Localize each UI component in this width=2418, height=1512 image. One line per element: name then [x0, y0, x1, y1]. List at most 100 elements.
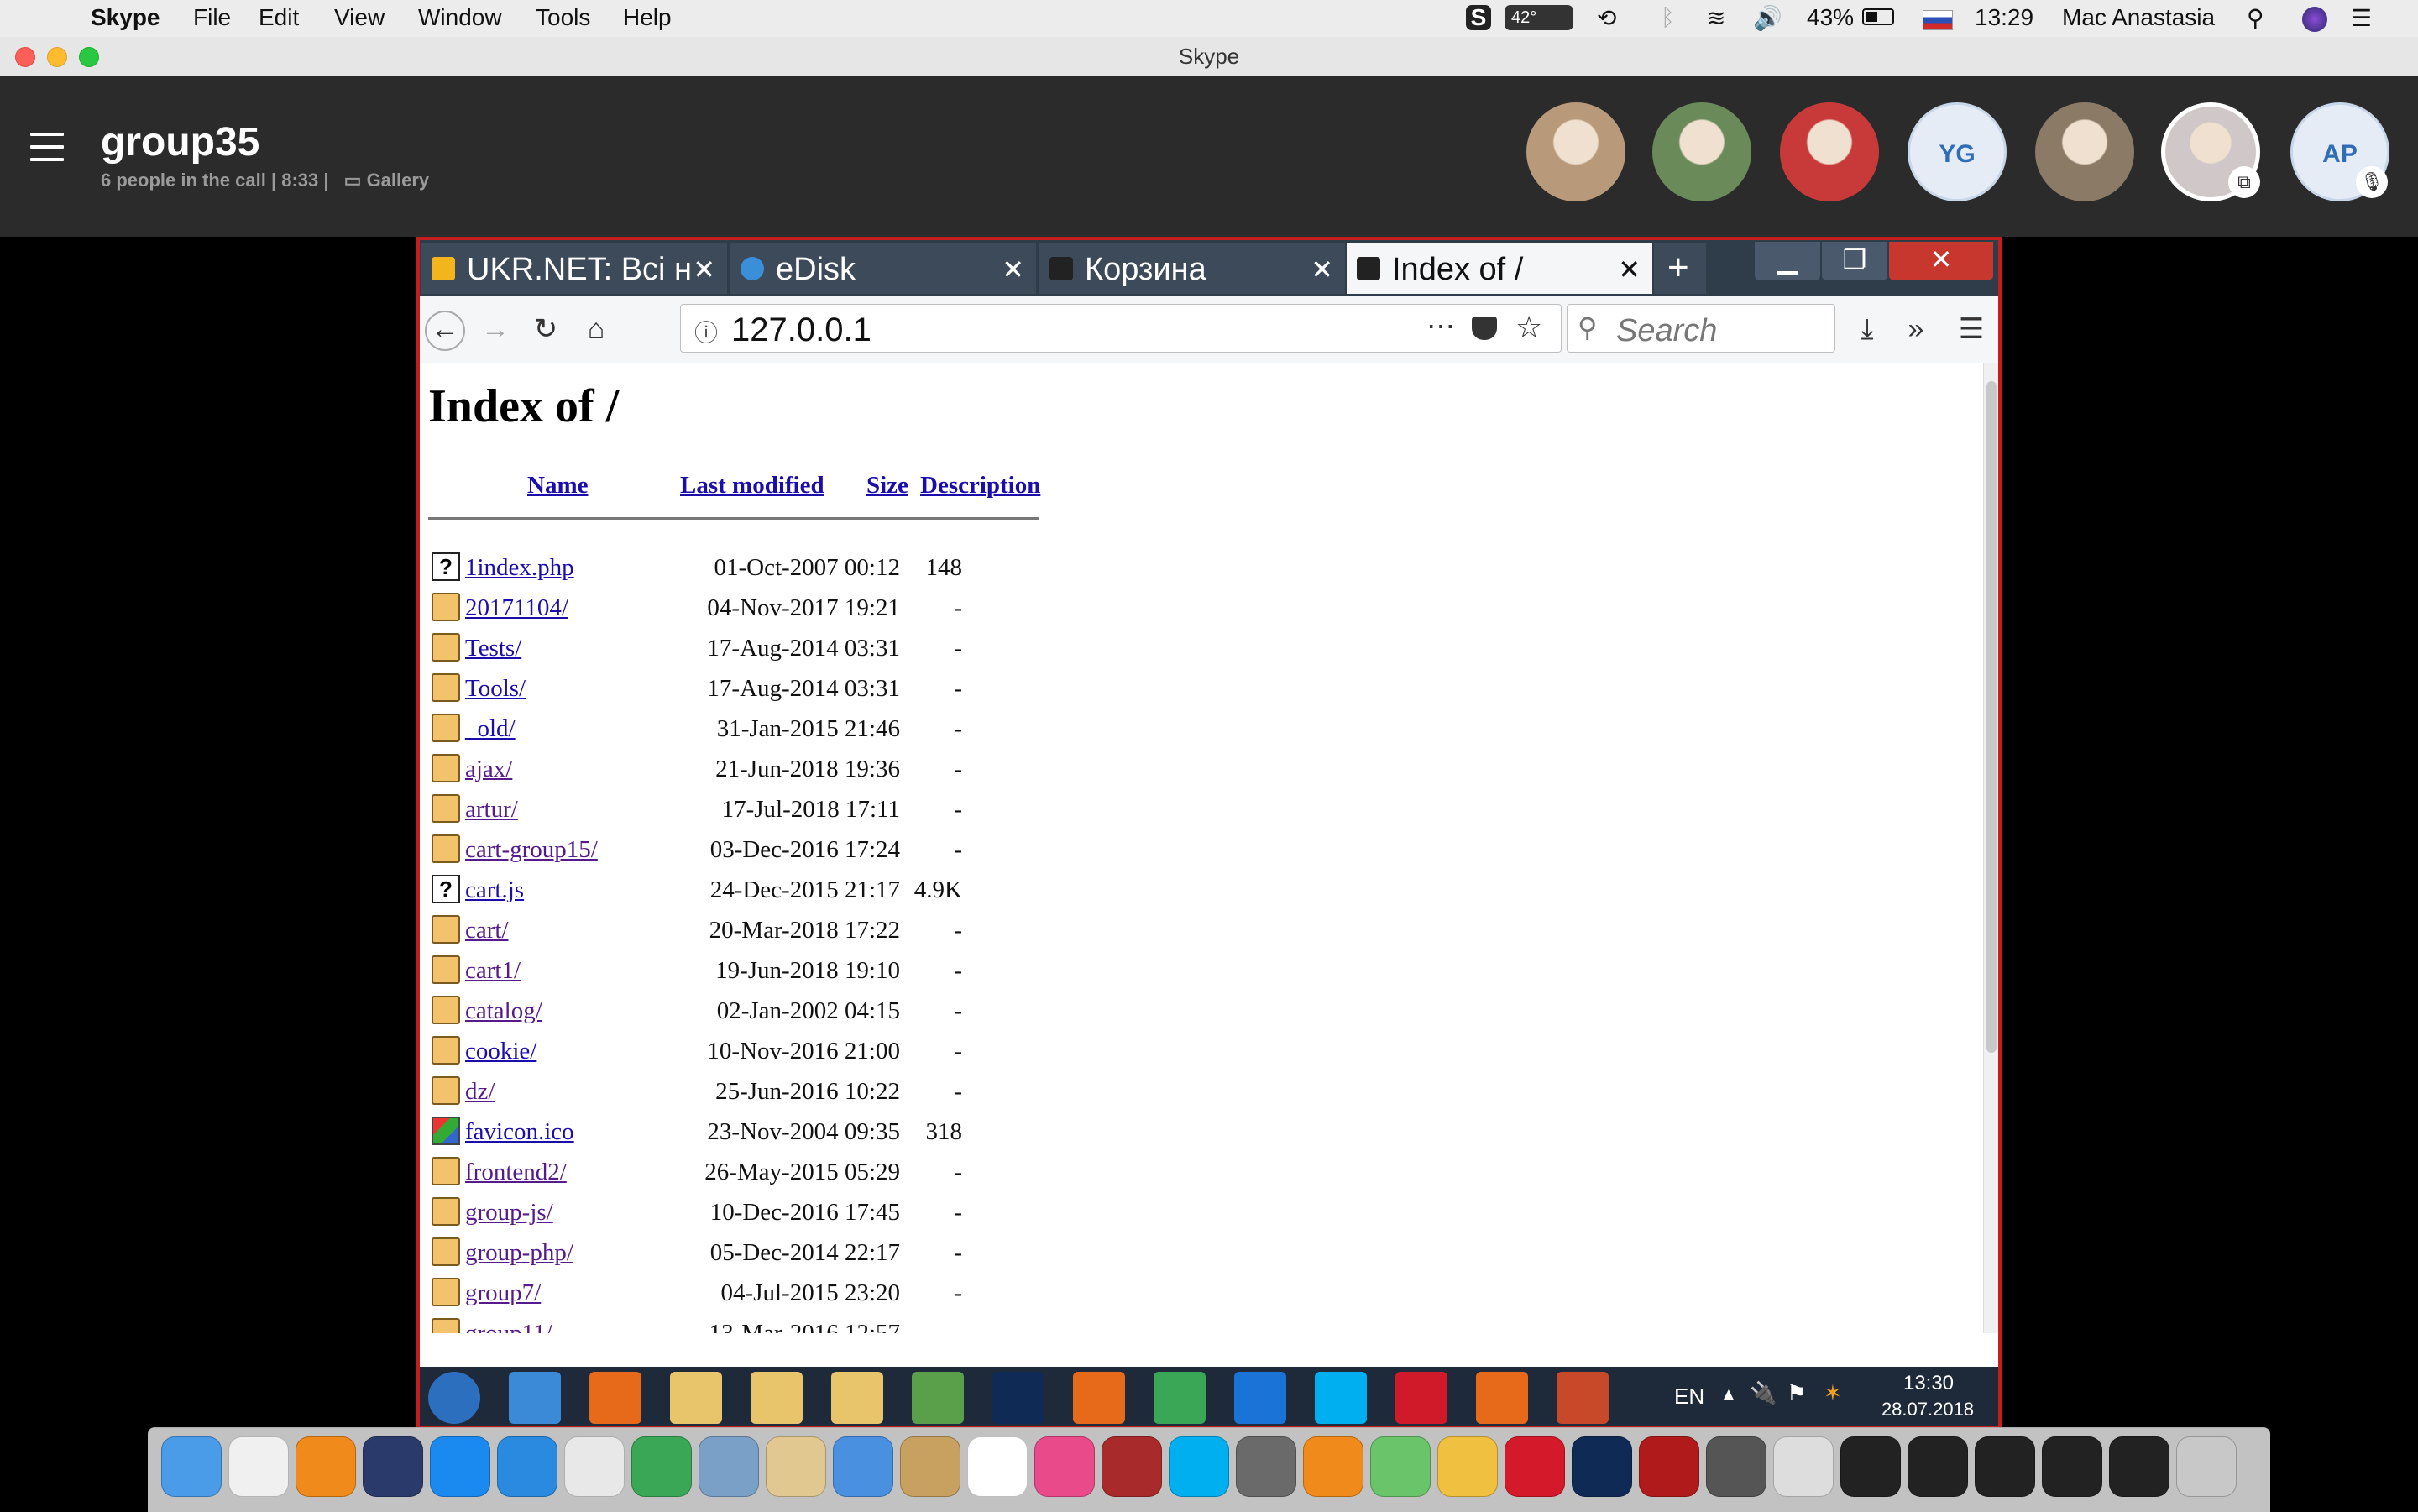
forward-icon[interactable]: →	[477, 311, 514, 348]
file-link[interactable]: group-js/	[465, 1199, 553, 1227]
menu-view[interactable]: View	[334, 4, 385, 31]
bookmark-star-icon[interactable]: ☆	[1515, 310, 1542, 345]
close-tab-icon[interactable]: ✕	[693, 254, 715, 285]
url-text[interactable]: 127.0.0.1	[731, 311, 871, 349]
scrollbar-thumb[interactable]	[1986, 381, 1997, 1053]
folder-icon[interactable]	[831, 1372, 883, 1424]
taskbar-clock-time[interactable]: 13:30	[1882, 1372, 1975, 1395]
file-link[interactable]: group11/	[465, 1320, 552, 1333]
time-machine-icon[interactable]: ⟲	[1597, 4, 1616, 32]
network-icon[interactable]: ⚑	[1787, 1380, 1806, 1406]
taskbar-clock-date[interactable]: 28.07.2018	[1877, 1399, 1978, 1420]
file-link[interactable]: _old/	[465, 715, 516, 743]
notification-center-icon[interactable]: ☰	[2351, 4, 2372, 32]
system-preferences-icon[interactable]	[1236, 1436, 1296, 1497]
battery-icon[interactable]	[1862, 8, 1894, 25]
file-link[interactable]: cart1/	[465, 957, 521, 985]
file-link[interactable]: artur/	[465, 796, 518, 824]
url-bar[interactable]: ⓘ 127.0.0.1 ⋯ ☆	[680, 304, 1562, 353]
chrome-icon[interactable]	[1154, 1372, 1206, 1424]
window-thumb-icon[interactable]	[1908, 1436, 1968, 1497]
photoshop-icon[interactable]	[1572, 1436, 1632, 1497]
reload-icon[interactable]: ↻	[527, 311, 564, 348]
sort-by-size-link[interactable]: Size	[866, 472, 908, 500]
file-link[interactable]: frontend2/	[465, 1159, 567, 1186]
firefox-icon[interactable]	[1476, 1372, 1528, 1424]
input-language-flag-icon[interactable]	[1923, 10, 1953, 30]
finder-icon[interactable]	[161, 1436, 222, 1497]
minimize-icon[interactable]: ▁	[1755, 242, 1820, 280]
safari-icon[interactable]	[497, 1436, 557, 1497]
calendar-icon[interactable]	[967, 1436, 1028, 1497]
close-tab-icon[interactable]: ✕	[1618, 254, 1641, 285]
file-link[interactable]: cart.js	[465, 876, 524, 904]
info-icon[interactable]: ⓘ	[694, 315, 718, 348]
photoshop-icon[interactable]	[992, 1372, 1044, 1424]
tray-expand-icon[interactable]: ▲	[1719, 1384, 1738, 1405]
folder-icon[interactable]	[751, 1372, 803, 1424]
new-tab-button[interactable]: +	[1654, 243, 1706, 294]
power-icon[interactable]: 🔌	[1750, 1380, 1777, 1406]
photos-icon[interactable]	[1437, 1436, 1498, 1497]
input-language[interactable]: EN	[1674, 1384, 1704, 1410]
home-icon[interactable]: ⌂	[578, 311, 615, 348]
gallery-icon[interactable]: ▭	[344, 170, 362, 191]
file-link[interactable]: cart-group15/	[465, 836, 598, 864]
file-link[interactable]: group7/	[465, 1279, 541, 1307]
close-tab-icon[interactable]: ✕	[1311, 254, 1333, 285]
menu-help[interactable]: Help	[623, 4, 672, 31]
participant-avatar-initials[interactable]: YG	[1908, 102, 2007, 201]
overflow-chevron-icon[interactable]: »	[1897, 311, 1934, 348]
participant-avatar[interactable]	[1526, 102, 1625, 201]
menu-tools[interactable]: Tools	[536, 4, 590, 31]
siri-icon[interactable]	[2302, 7, 2327, 32]
file-link[interactable]: 20171104/	[465, 594, 568, 622]
volume-icon[interactable]: 🔊	[1753, 4, 1782, 32]
firefox-icon[interactable]	[589, 1372, 641, 1424]
participant-avatar[interactable]	[2035, 102, 2134, 201]
file-link[interactable]: dz/	[465, 1078, 495, 1106]
hamburger-menu-icon[interactable]	[30, 133, 64, 170]
window-thumb-icon[interactable]	[1975, 1436, 2035, 1497]
file-link[interactable]: favicon.ico	[465, 1118, 574, 1146]
textedit-icon[interactable]	[228, 1436, 289, 1497]
window-thumb-icon[interactable]	[2109, 1436, 2169, 1497]
apps-grid-icon[interactable]	[564, 1436, 625, 1497]
file-link[interactable]: group-php/	[465, 1239, 573, 1267]
pocket-icon[interactable]	[1472, 317, 1497, 340]
close-tab-icon[interactable]: ✕	[1002, 254, 1024, 285]
spotlight-search-icon[interactable]: ⚲	[2247, 4, 2264, 32]
vlc-icon[interactable]	[296, 1436, 356, 1497]
sort-by-name-link[interactable]: Name	[527, 472, 588, 500]
teamviewer-icon[interactable]	[1234, 1372, 1286, 1424]
sort-by-modified-link[interactable]: Last modified	[680, 472, 824, 500]
firefox-icon[interactable]	[1073, 1372, 1125, 1424]
preview-icon[interactable]	[699, 1436, 759, 1497]
creative-cloud-icon[interactable]	[1505, 1436, 1565, 1497]
browser-tab-edisk[interactable]: eDisk ✕	[730, 243, 1036, 294]
menu-window[interactable]: Window	[418, 4, 502, 31]
launchpad-icon[interactable]	[363, 1436, 423, 1497]
appstore-icon[interactable]	[430, 1436, 490, 1497]
tray-app-icon[interactable]: ✶	[1824, 1380, 1842, 1406]
menu-file[interactable]: File	[193, 4, 231, 31]
page-actions-icon[interactable]: ⋯	[1426, 310, 1455, 343]
search-box[interactable]: ⚲ Search	[1567, 304, 1835, 353]
browser-tab-index[interactable]: Index of / ✕	[1347, 243, 1652, 294]
skype-icon[interactable]	[1315, 1372, 1367, 1424]
file-link[interactable]: ajax/	[465, 756, 512, 783]
notes-icon[interactable]	[912, 1372, 964, 1424]
menubar-user-name[interactable]: Mac Anastasia	[2062, 4, 2215, 31]
chrome-icon[interactable]	[631, 1436, 692, 1497]
opera-icon[interactable]	[1395, 1372, 1447, 1424]
gallery-button[interactable]: Gallery	[367, 170, 430, 191]
menu-icon[interactable]: ☰	[1953, 311, 1990, 348]
presentation-icon[interactable]	[1557, 1372, 1609, 1424]
skype-icon[interactable]	[1169, 1436, 1229, 1497]
sublime-icon[interactable]	[1303, 1436, 1363, 1497]
trash-icon[interactable]	[2176, 1436, 2237, 1497]
window-thumb-icon[interactable]	[1706, 1436, 1766, 1497]
maps-icon[interactable]	[1370, 1436, 1431, 1497]
wifi-icon[interactable]: ≋	[1706, 4, 1725, 32]
temperature-widget[interactable]: 42°	[1505, 5, 1573, 30]
